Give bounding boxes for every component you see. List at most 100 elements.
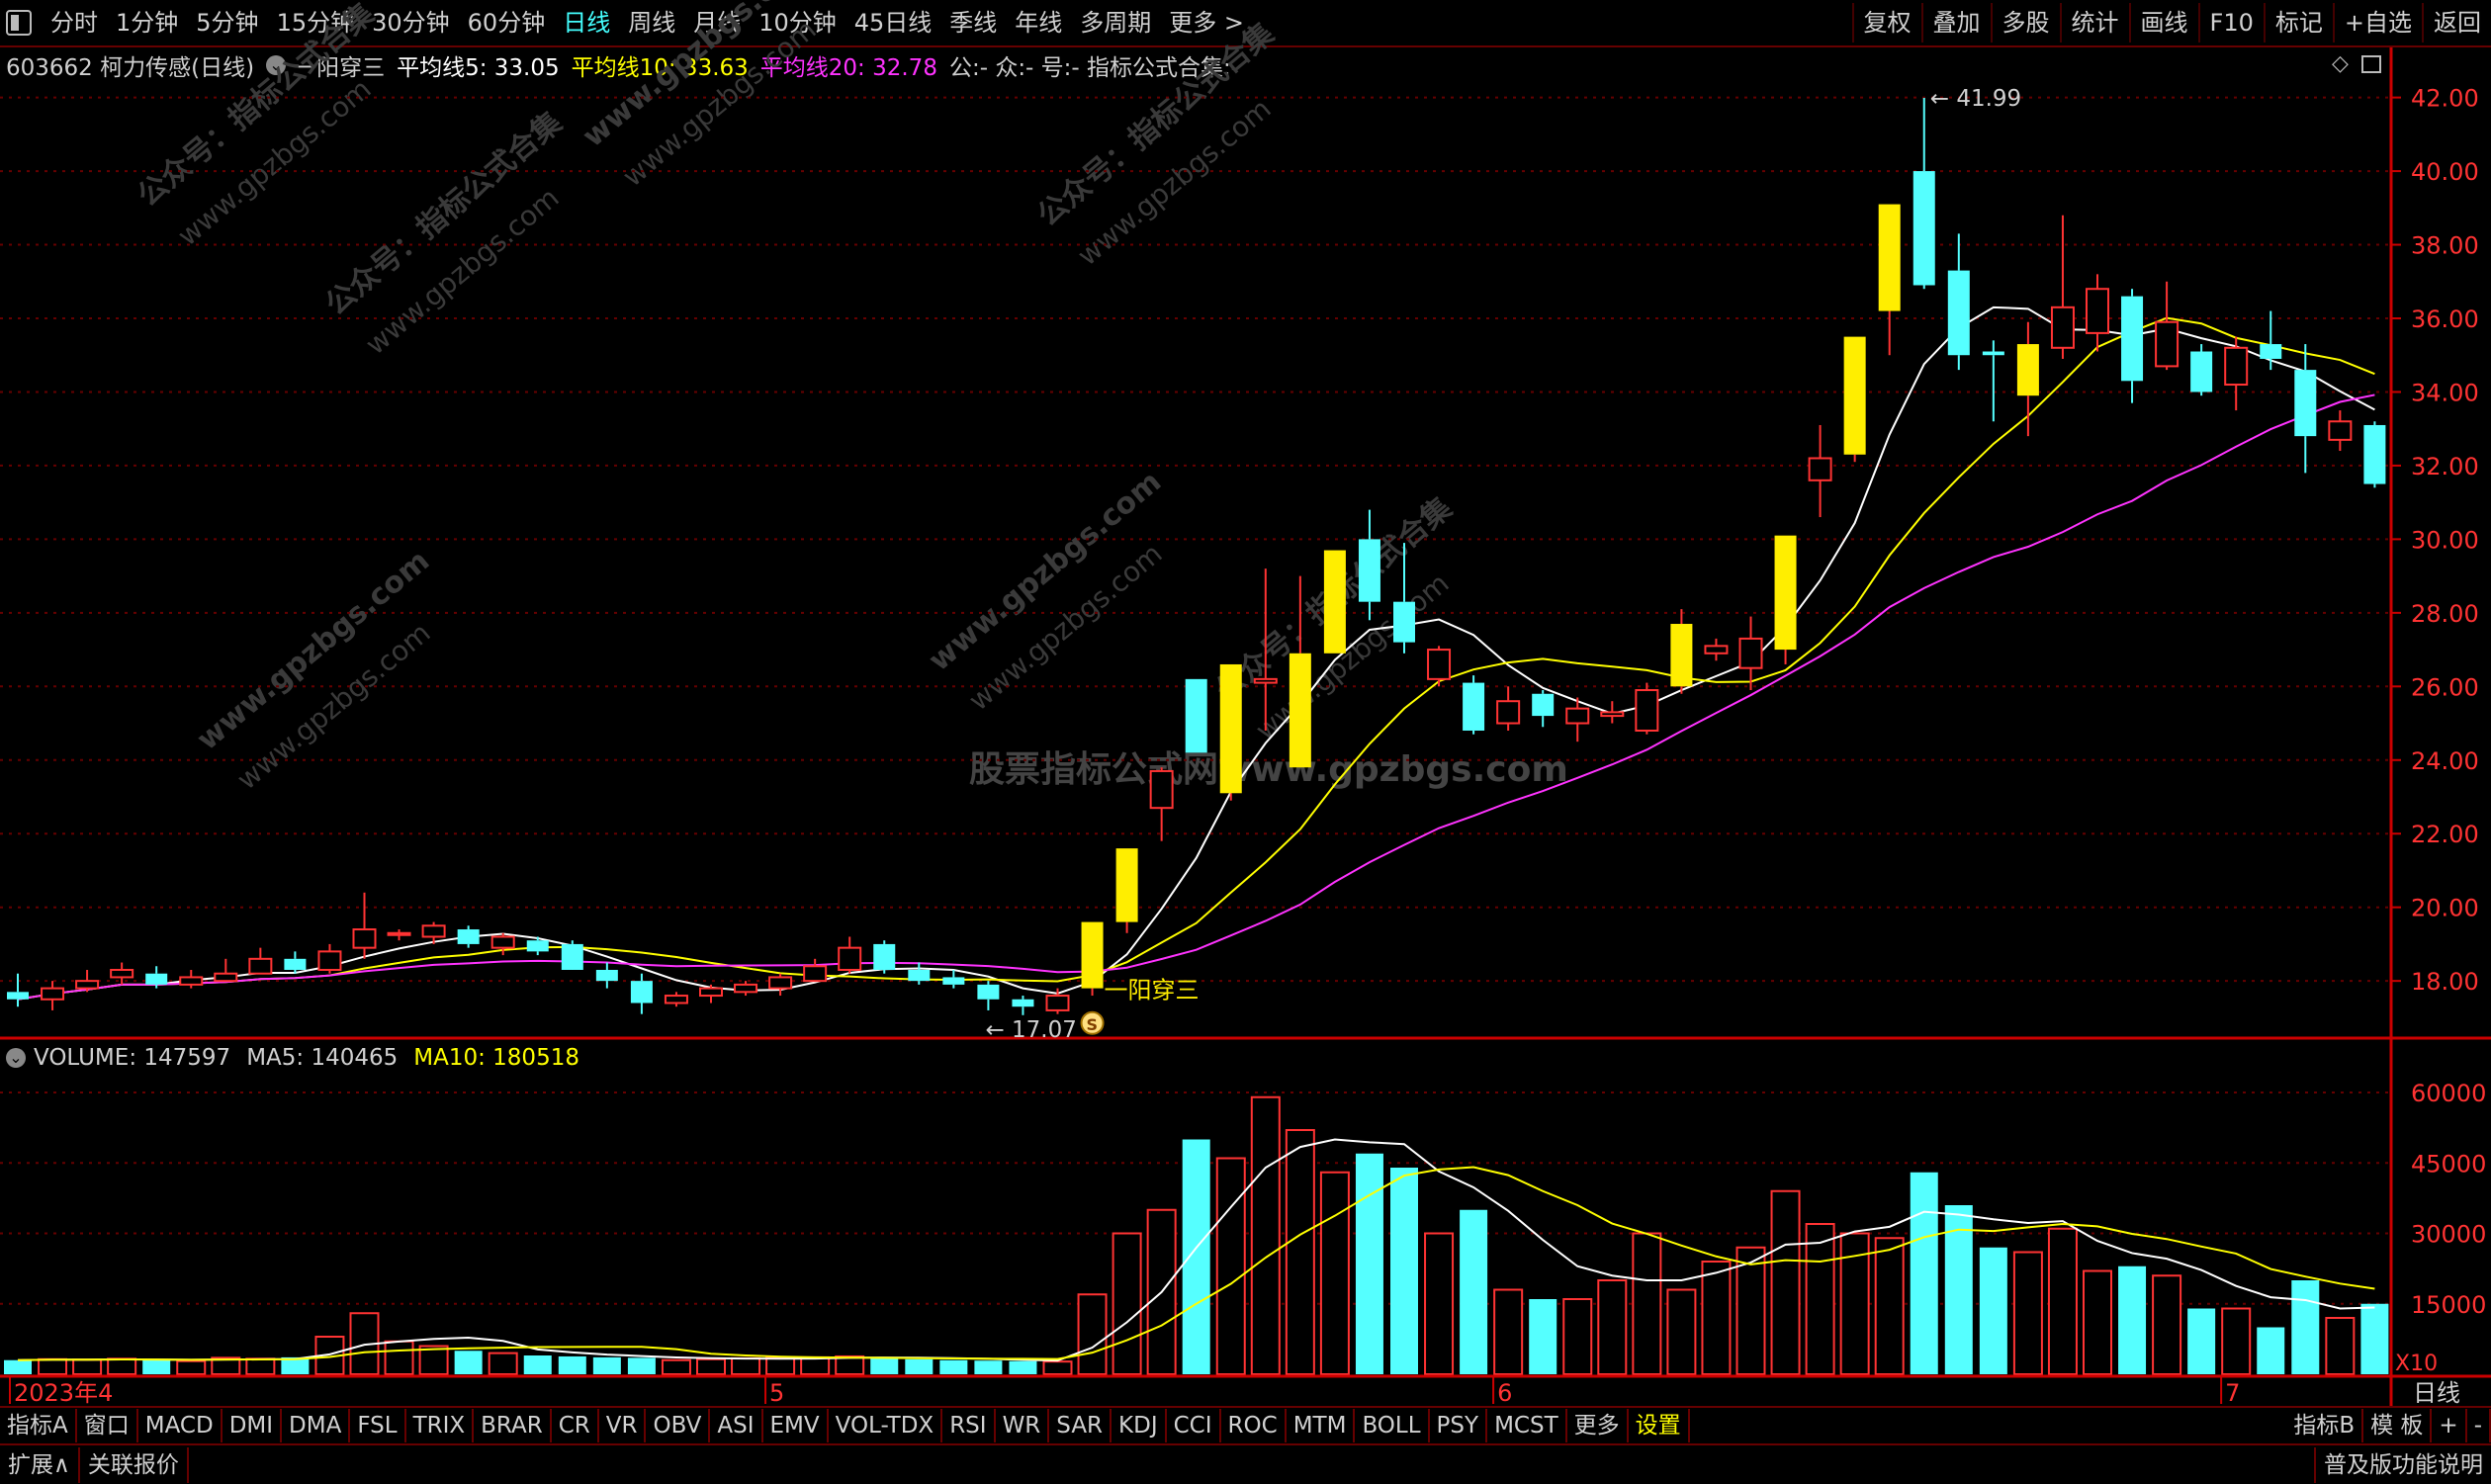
status-item-0[interactable]: 扩展∧	[0, 1446, 80, 1483]
toolbar-button-3[interactable]: 统计	[2059, 3, 2129, 43]
diamond-icon[interactable]: ◇	[2332, 51, 2349, 76]
tab-15[interactable]: WR	[996, 1409, 1050, 1442]
volume-bar	[1355, 1153, 1383, 1374]
volume-bar	[1839, 1232, 1870, 1375]
volume-bar	[1874, 1237, 1905, 1375]
volume-bar	[592, 1356, 621, 1374]
toolbar-button-8[interactable]: 返回	[2422, 3, 2491, 43]
tab-20[interactable]: MTM	[1287, 1409, 1356, 1442]
candle-body	[1115, 848, 1138, 922]
tab-10[interactable]: OBV	[646, 1409, 711, 1442]
tab-17[interactable]: KDJ	[1112, 1409, 1167, 1442]
volume-bar	[1735, 1246, 1766, 1375]
stock-title: 603662 柯力传感(日线)	[6, 55, 255, 81]
panel-toggle-icon[interactable]	[6, 10, 32, 36]
collapse-icon[interactable]: ⌄	[6, 1048, 26, 1068]
tab-14[interactable]: RSI	[942, 1409, 996, 1442]
ma10-line	[17, 316, 2375, 1001]
volume-bar	[765, 1356, 796, 1375]
period-3[interactable]: 15分钟	[268, 3, 364, 43]
tab-right-3[interactable]: -	[2467, 1409, 2491, 1442]
period-4[interactable]: 30分钟	[363, 3, 459, 43]
tab-22[interactable]: PSY	[1430, 1409, 1488, 1442]
tab-3[interactable]: DMI	[222, 1409, 283, 1442]
candle-body	[1738, 637, 1763, 669]
ma20-value: 平均线20: 32.78	[759, 55, 937, 81]
candle-body	[664, 995, 688, 1004]
volume-bar	[1944, 1205, 1973, 1374]
watermark-text: 股票指标公式网www.gpzbgs.com	[969, 749, 1568, 790]
period-14[interactable]: 更多 >	[1160, 3, 1253, 43]
period-13[interactable]: 多周期	[1071, 3, 1160, 43]
volume-bar	[314, 1336, 345, 1375]
help-link[interactable]: 普及版功能说明	[2314, 1446, 2491, 1483]
volume-bar	[1077, 1293, 1108, 1375]
candle-body	[1219, 663, 1242, 794]
tab-16[interactable]: SAR	[1049, 1409, 1112, 1442]
period-5[interactable]: 60分钟	[459, 3, 555, 43]
period-9[interactable]: 10分钟	[750, 3, 845, 43]
watermark-text: www.gpzbgs.com	[359, 181, 565, 361]
tab-right-list: 指标B 模 板 + -	[2286, 1409, 2491, 1442]
kline-chart[interactable]: 公众号：指标公式合集www.gpzbgs.comwww.gpzbgs.comww…	[0, 0, 2491, 1484]
status-item-1[interactable]: 关联报价	[80, 1446, 189, 1483]
tab-23[interactable]: MCST	[1487, 1409, 1567, 1442]
period-toolbar: 分时 1分钟 5分钟 15分钟 30分钟 60分钟 日线 周线 月线 10分钟 45日线 季线 年线 多周…	[0, 0, 2491, 47]
candle-body	[2363, 424, 2386, 484]
tab-7[interactable]: BRAR	[474, 1409, 552, 1442]
tab-13[interactable]: VOL-TDX	[829, 1409, 943, 1442]
collapse-icon[interactable]: ⌄	[266, 55, 287, 75]
toolbar-button-0[interactable]: 复权	[1851, 3, 1921, 43]
tab-6[interactable]: TRIX	[406, 1409, 475, 1442]
tab-right-1[interactable]: 模 板	[2363, 1409, 2433, 1442]
tab-9[interactable]: VR	[599, 1409, 647, 1442]
volume-bar	[731, 1356, 761, 1375]
tab-1[interactable]: 窗口	[77, 1409, 138, 1442]
candle-body	[1323, 550, 1346, 654]
candle-body	[1393, 601, 1415, 643]
candle-body	[2224, 346, 2249, 387]
tab-4[interactable]: DMA	[282, 1409, 351, 1442]
tab-right-0[interactable]: 指标B	[2286, 1409, 2364, 1442]
tab-21[interactable]: BOLL	[1355, 1409, 1430, 1442]
period-10[interactable]: 45日线	[845, 3, 941, 43]
price-grid	[0, 96, 2391, 1305]
tab-right-2[interactable]: +	[2432, 1409, 2467, 1442]
period-6[interactable]: 日线	[554, 3, 619, 43]
tab-24[interactable]: 更多	[1567, 1409, 1629, 1442]
period-8[interactable]: 月线	[684, 3, 750, 43]
period-2[interactable]: 5分钟	[187, 3, 267, 43]
candle-body	[214, 972, 238, 983]
tab-8[interactable]: CR	[552, 1409, 599, 1442]
toolbar-button-5[interactable]: F10	[2197, 3, 2264, 43]
ma20-line	[17, 393, 2375, 1001]
toolbar-button-2[interactable]: 多股	[1990, 3, 2060, 43]
tab-19[interactable]: ROC	[1221, 1409, 1287, 1442]
toolbar-button-4[interactable]: 画线	[2128, 3, 2198, 43]
tab-18[interactable]: CCI	[1167, 1409, 1221, 1442]
tab-2[interactable]: MACD	[138, 1409, 222, 1442]
period-12[interactable]: 年线	[1006, 3, 1071, 43]
price-tick-label: 40.00	[2411, 158, 2479, 186]
toolbar-button-7[interactable]: +自选	[2332, 3, 2422, 43]
candle-body	[1358, 539, 1380, 602]
candle-body	[2121, 296, 2144, 382]
candle-body	[1289, 653, 1311, 768]
tab-0[interactable]: 指标A	[0, 1409, 77, 1442]
toolbar-button-6[interactable]: 标记	[2263, 3, 2333, 43]
period-0[interactable]: 分时	[42, 3, 107, 43]
volume-bar	[349, 1312, 380, 1375]
volume-bar	[1493, 1288, 1524, 1375]
volume-tick-label: 30000	[2411, 1221, 2486, 1249]
volume-bar	[1529, 1299, 1557, 1374]
period-11[interactable]: 季线	[940, 3, 1006, 43]
period-1[interactable]: 1分钟	[107, 3, 187, 43]
toolbar-button-1[interactable]: 叠加	[1920, 3, 1991, 43]
window-toggle-icon[interactable]	[2361, 55, 2381, 73]
tab-12[interactable]: EMV	[763, 1409, 829, 1442]
tab-11[interactable]: ASI	[710, 1409, 763, 1442]
tab-25[interactable]: 设置	[1629, 1409, 1690, 1442]
tab-5[interactable]: FSL	[350, 1409, 406, 1442]
period-7[interactable]: 周线	[619, 3, 684, 43]
indicator-tabs: 指标A 窗口 MACD DMI DMA FSL TRIX BRAR CR VR OBV ASI EMV V…	[0, 1406, 2491, 1443]
